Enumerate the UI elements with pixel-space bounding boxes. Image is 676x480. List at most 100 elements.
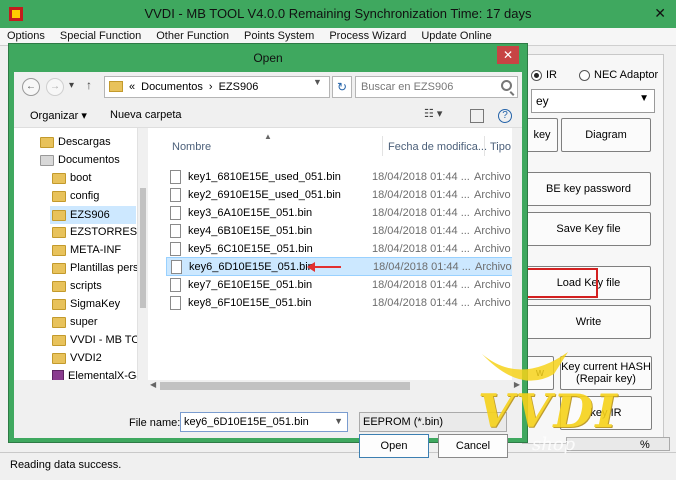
tree-item-sigmakey[interactable]: SigmaKey (52, 298, 120, 310)
scroll-left-icon[interactable]: ◀ (150, 380, 156, 389)
address-bar[interactable]: « Documentos › EZS906 (104, 76, 330, 98)
file-name: key1_6810E15E_used_051.bin (188, 171, 341, 183)
save-key-file-button[interactable]: Save Key file (526, 212, 651, 246)
preview-pane-icon[interactable] (470, 109, 484, 123)
folder-icon (52, 334, 66, 346)
column-header-name[interactable]: Nombre (172, 141, 211, 153)
column-header-date[interactable]: Fecha de modifica... (388, 141, 487, 153)
file-row[interactable]: key3_6A10E15E_051.bin 18/04/2018 01:44 ..… (166, 204, 522, 222)
file-row[interactable]: key5_6C10E15E_051.bin 18/04/2018 01:44 ..… (166, 240, 522, 258)
key-type-combo[interactable]: ey ▼ (531, 89, 655, 113)
file-icon (170, 170, 181, 184)
tree-item-scripts[interactable]: scripts (52, 280, 102, 292)
horizontal-scrollbar[interactable]: ◀ ▶ (148, 380, 522, 392)
tree-item-ezstorreslin[interactable]: EZSTORRESLIN (52, 226, 138, 238)
back-arrow-icon[interactable]: ← (22, 78, 40, 96)
tree-item-meta-inf[interactable]: META-INF (52, 244, 121, 256)
search-input[interactable]: Buscar en EZS906 (355, 76, 518, 98)
file-date: 18/04/2018 01:44 ... (373, 261, 471, 273)
file-name-label: File name: (129, 417, 181, 429)
column-separator[interactable] (382, 136, 383, 156)
column-separator[interactable] (484, 136, 485, 156)
documents-icon (40, 154, 54, 166)
diagram-button[interactable]: Diagram (561, 118, 651, 152)
tree-item-super[interactable]: super (52, 316, 98, 328)
tree-item-label: config (70, 190, 100, 202)
file-icon (171, 260, 182, 274)
new-folder-button[interactable]: Nueva carpeta (110, 109, 182, 121)
open-button[interactable]: Open (359, 434, 429, 458)
tree-item-vvdi-mb-tool[interactable]: VVDI - MB TOOL (52, 334, 137, 346)
file-row[interactable]: key8_6F10E15E_051.bin 18/04/2018 01:44 ..… (166, 294, 522, 312)
watermark-logo: VVDI (478, 384, 619, 438)
address-segment-documentos[interactable]: Documentos (141, 81, 203, 93)
tree-item-boot[interactable]: boot (52, 172, 91, 184)
tree-item-plantillas[interactable]: Plantillas perso (52, 262, 137, 274)
folder-icon (52, 262, 66, 274)
window-title: VVDI - MB TOOL V4.0.0 Remaining Synchron… (144, 6, 532, 21)
file-name-input[interactable]: key6_6D10E15E_051.bin ▼ (180, 412, 348, 432)
radio-nec-label: NEC Adaptor (594, 69, 659, 81)
file-row[interactable]: key4_6B10E15E_051.bin 18/04/2018 01:44 ..… (166, 222, 522, 240)
progress-percent: % (640, 439, 650, 451)
tree-item-vvdi2[interactable]: VVDI2 (52, 352, 102, 364)
view-options-icon[interactable]: ☷ ▾ (424, 107, 442, 120)
file-date: 18/04/2018 01:44 ... (372, 297, 470, 309)
file-row[interactable]: key1_6810E15E_used_051.bin 18/04/2018 01:… (166, 168, 522, 186)
dialog-title: Open (253, 51, 283, 65)
search-placeholder: Buscar en EZS906 (361, 81, 454, 93)
tree-item-elementalx[interactable]: ElementalX-G4 (52, 370, 137, 380)
dialog-close-button[interactable]: ✕ (497, 46, 519, 64)
file-icon (170, 296, 181, 310)
tree-scroll-thumb[interactable] (140, 188, 146, 308)
tree-scrollbar[interactable] (138, 128, 148, 380)
radio-ir[interactable]: IR (531, 69, 557, 81)
load-key-file-highlight (524, 268, 598, 298)
organize-button[interactable]: Organizar ▾ (30, 109, 87, 122)
be-key-password-button[interactable]: BE key password (526, 172, 651, 206)
file-date: 18/04/2018 01:44 ... (372, 171, 470, 183)
file-list-scrollbar[interactable] (512, 128, 522, 380)
tree-item-documentos[interactable]: Documentos (40, 154, 120, 166)
tree-item-ezs906[interactable]: EZS906 (50, 206, 136, 224)
radio-ir-dot (531, 69, 542, 81)
file-name: key4_6B10E15E_051.bin (188, 225, 313, 237)
file-row-selected[interactable]: key6_6D10E15E_051.bin 18/04/2018 01:44 .… (166, 257, 522, 276)
tree-item-label: EZSTORRESLIN (70, 226, 138, 238)
horizontal-scroll-thumb[interactable] (160, 382, 410, 390)
close-icon[interactable]: ✕ (654, 5, 666, 22)
help-icon[interactable]: ? (498, 109, 512, 123)
forward-arrow-icon[interactable]: → (46, 78, 64, 96)
radio-nec-adaptor[interactable]: NEC Adaptor (579, 69, 658, 81)
file-type-filter-value: EEPROM (*.bin) (363, 416, 444, 428)
write-button[interactable]: Write (526, 305, 651, 339)
file-row[interactable]: key7_6E10E15E_051.bin 18/04/2018 01:44 ..… (166, 276, 522, 294)
red-arrow-annotation (307, 262, 341, 272)
column-header-type[interactable]: Tipo (490, 141, 511, 153)
address-dropdown-icon[interactable]: ▼ (313, 77, 322, 87)
tree-item-label: EZS906 (70, 209, 110, 221)
radio-nec-dot (579, 69, 590, 81)
write-button-label: Write (575, 316, 602, 328)
file-row[interactable]: key2_6910E15E_used_051.bin 18/04/2018 01:… (166, 186, 522, 204)
tree-item-config[interactable]: config (52, 190, 99, 202)
watermark-sub: shop (532, 434, 576, 455)
folder-icon (52, 280, 66, 292)
chevron-down-icon[interactable]: ▼ (334, 416, 343, 426)
address-separator: › (208, 81, 213, 93)
refresh-icon[interactable]: ↻ (332, 76, 352, 98)
key-button[interactable]: key (526, 118, 558, 152)
key-button-label: key (533, 129, 551, 141)
tree-item-label: Descargas (58, 136, 111, 148)
tree-item-descargas[interactable]: Descargas (40, 136, 111, 148)
file-date: 18/04/2018 01:44 ... (372, 243, 470, 255)
recent-locations-chevron-icon[interactable]: ▾ (69, 80, 74, 91)
tree-item-label: scripts (70, 280, 102, 292)
search-icon (501, 80, 512, 91)
file-icon (170, 242, 181, 256)
tree-item-label: SigmaKey (70, 298, 121, 310)
file-icon (170, 188, 181, 202)
address-segment-ezs906[interactable]: EZS906 (219, 81, 259, 93)
progress-bar (566, 437, 670, 451)
up-arrow-icon[interactable]: ↑ (86, 78, 92, 92)
